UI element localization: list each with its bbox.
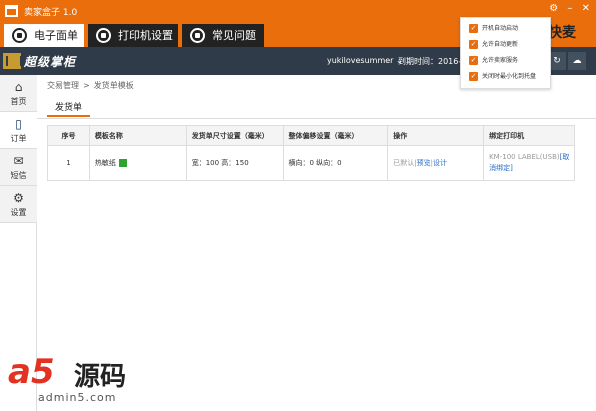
watermark-url: admin5.com [38, 391, 117, 404]
printer-icon [96, 28, 111, 43]
template-table: 序号 模板名称 发货单尺寸设置（毫米） 整体偏移设置（毫米） 操作 绑定打印机 … [47, 125, 575, 181]
cell-offset: 横向：0 纵向：0 [282, 145, 389, 181]
cell-operation: 已默认|预览|设计 [387, 145, 485, 181]
close-icon[interactable]: ✕ [582, 3, 590, 14]
question-icon [190, 28, 205, 43]
breadcrumb-current: 发货单模板 [93, 81, 134, 90]
header-size: 发货单尺寸设置（毫米） [185, 125, 284, 146]
option-label: 关闭时最小化到托盘 [482, 73, 537, 80]
option-auto-start[interactable]: ✓ 开机自动启动 [469, 23, 518, 37]
watermark-logo: a5 源码 admin5.com [8, 350, 168, 405]
order-icon: ▯ [15, 117, 22, 131]
option-label: 开机自动启动 [482, 25, 519, 32]
option-minimize-tray[interactable]: ✓ 关闭时最小化到托盘 [469, 71, 536, 85]
cell-name: 热敏纸 [88, 145, 187, 181]
username: yukilovesummer [327, 56, 394, 65]
header-operation: 操作 [387, 125, 485, 146]
app-window: 卖家盒子 1.0 ⚙ – ✕ 电子面单 打印机设置 常见问题 快麦 超级掌柜 y… [0, 0, 596, 411]
tab-waybill-label: 电子面单 [34, 29, 78, 42]
preview-link[interactable]: 预览 [417, 159, 431, 167]
header-printer: 绑定打印机 [483, 125, 575, 146]
tab-divider [37, 118, 596, 119]
option-label: 允许自动更新 [482, 41, 519, 48]
template-name: 热敏纸 [94, 159, 116, 167]
app-title: 卖家盒子 1.0 [24, 8, 78, 18]
cell-size: 宽：100 高：150 [185, 145, 284, 181]
cloud-icon[interactable]: ☁ [568, 52, 586, 70]
sidebar-item-orders[interactable]: ▯ 订单 [0, 112, 37, 149]
minimize-icon[interactable]: – [567, 3, 572, 14]
sidebar-item-label: 设置 [10, 208, 27, 217]
option-seller-service[interactable]: ✓ 允许卖家服务 [469, 55, 518, 69]
mail-icon: ✉ [13, 154, 24, 168]
table-row: 1 热敏纸 宽：100 高：150 横向：0 纵向：0 已默认|预览|设计 KM… [47, 145, 575, 181]
settings-dropdown: ✓ 开机自动启动 ✓ 允许自动更新 ✓ 允许卖家服务 ✓ 关闭时最小化到托盘 [460, 17, 551, 89]
checkbox-icon[interactable]: ✓ [469, 56, 478, 65]
watermark-cn: 源码 [74, 362, 127, 392]
tab-printer-settings[interactable]: 打印机设置 [88, 24, 178, 47]
sidebar-item-label: 短信 [10, 171, 27, 180]
sidebar-item-home[interactable]: ⌂ 首页 [0, 75, 37, 112]
breadcrumb: 交易管理 > 发货单模板 [47, 80, 134, 91]
sidebar-item-settings[interactable]: ⚙ 设置 [0, 186, 37, 223]
option-auto-update[interactable]: ✓ 允许自动更新 [469, 39, 518, 53]
username-dropdown[interactable]: yukilovesummer ⌄ [327, 56, 403, 65]
breadcrumb-trade[interactable]: 交易管理 [47, 81, 79, 90]
header-index: 序号 [47, 125, 90, 146]
option-label: 允许卖家服务 [482, 57, 519, 64]
header-name: 模板名称 [88, 125, 187, 146]
sidebar-item-label: 首页 [10, 97, 27, 106]
sidebar-item-label: 订单 [10, 134, 27, 143]
table-header-row: 序号 模板名称 发货单尺寸设置（毫米） 整体偏移设置（毫米） 操作 绑定打印机 [47, 125, 575, 146]
app-logo-icon [5, 5, 18, 17]
breadcrumb-separator: > [83, 81, 90, 90]
tab-faq-label: 常见问题 [212, 29, 256, 42]
logo-icon [3, 53, 22, 69]
checkbox-icon[interactable]: ✓ [469, 24, 478, 33]
sidebar-item-sms[interactable]: ✉ 短信 [0, 149, 37, 186]
logo-text: 超级掌柜 [24, 55, 77, 69]
tab-shipping-note[interactable]: 发货单 [47, 99, 91, 117]
header-offset: 整体偏移设置（毫米） [282, 125, 389, 146]
settings-gear-icon[interactable]: ⚙ [549, 3, 558, 14]
printer-name: KM-100 LABEL(USB) [489, 153, 560, 161]
tab-faq[interactable]: 常见问题 [182, 24, 264, 47]
checkbox-icon[interactable]: ✓ [469, 72, 478, 81]
gear-icon: ⚙ [13, 191, 24, 205]
window-controls: ⚙ – ✕ [543, 3, 590, 14]
tab-waybill[interactable]: 电子面单 [4, 24, 84, 47]
design-link[interactable]: 设计 [433, 159, 447, 167]
home-icon: ⌂ [14, 80, 23, 94]
cell-printer: KM-100 LABEL(USB)[取消绑定] [483, 145, 575, 181]
waybill-icon [12, 28, 27, 43]
tab-printer-label: 打印机设置 [118, 29, 173, 42]
checkbox-icon[interactable]: ✓ [469, 40, 478, 49]
watermark-a5: a5 [8, 352, 55, 392]
edit-check-icon[interactable] [118, 159, 127, 167]
default-status: 已默认 [393, 159, 415, 167]
cell-index: 1 [47, 145, 90, 181]
brand-kuaimai: 快麦 [548, 25, 576, 41]
